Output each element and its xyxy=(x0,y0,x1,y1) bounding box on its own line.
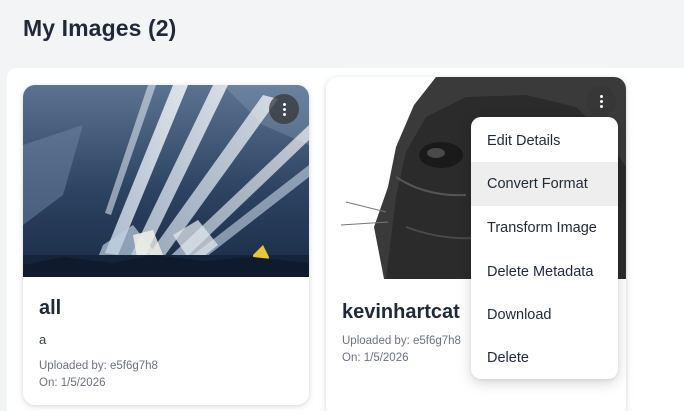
menu-item-convert-format[interactable]: Convert Format xyxy=(471,162,618,206)
image-context-menu: Edit Details Convert Format Transform Im… xyxy=(471,117,618,379)
card-menu-button[interactable] xyxy=(269,94,299,124)
anime-scene-image xyxy=(23,85,309,277)
menu-item-delete[interactable]: Delete xyxy=(471,336,618,379)
menu-item-transform-image[interactable]: Transform Image xyxy=(471,206,618,250)
image-meta: Uploaded by: e5f6g7h8 On: 1/5/2026 xyxy=(342,333,461,367)
image-meta: Uploaded by: e5f6g7h8 On: 1/5/2026 xyxy=(39,358,158,392)
image-title: kevinhartcat xyxy=(342,301,460,323)
upload-date: On: 1/5/2026 xyxy=(342,352,409,364)
page-title: My Images (2) xyxy=(23,15,177,41)
image-description: a xyxy=(39,332,47,347)
image-card[interactable]: all a Uploaded by: e5f6g7h8 On: 1/5/2026 xyxy=(23,85,309,405)
card-menu-button[interactable] xyxy=(586,86,616,116)
uploaded-by: Uploaded by: e5f6g7h8 xyxy=(342,335,461,347)
uploaded-by: Uploaded by: e5f6g7h8 xyxy=(39,360,158,372)
menu-item-edit-details[interactable]: Edit Details xyxy=(471,119,618,163)
menu-item-download[interactable]: Download xyxy=(471,293,618,337)
menu-item-delete-metadata[interactable]: Delete Metadata xyxy=(471,250,618,294)
image-title: all xyxy=(39,297,62,319)
image-thumbnail[interactable] xyxy=(23,85,309,277)
upload-date: On: 1/5/2026 xyxy=(39,377,106,389)
